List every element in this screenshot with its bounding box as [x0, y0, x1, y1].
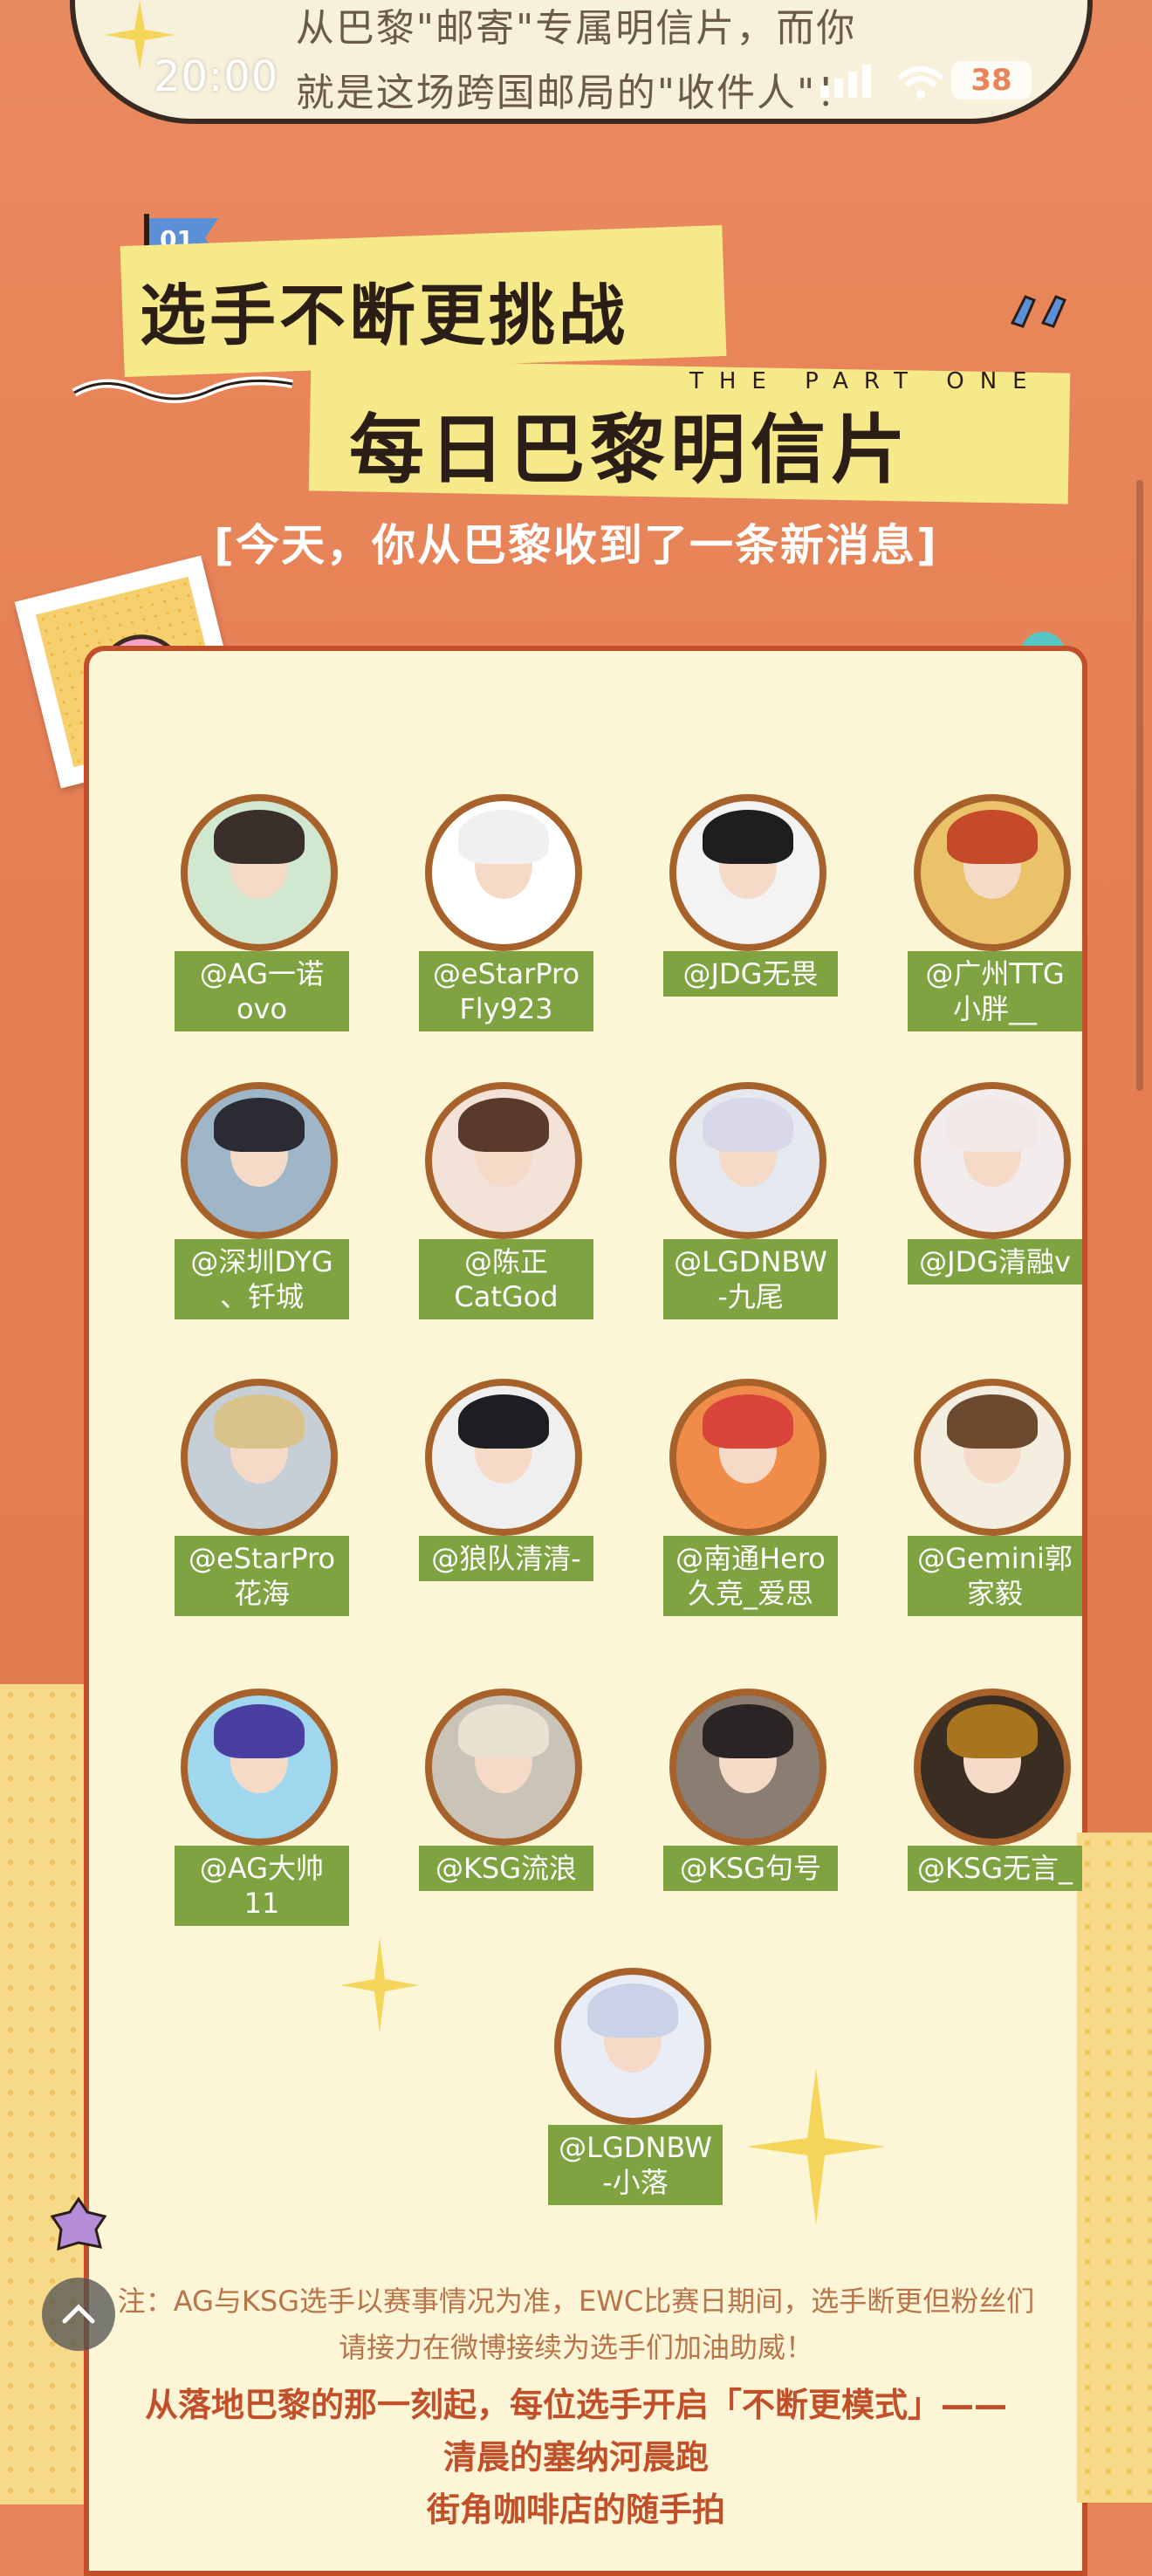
avatar[interactable]	[425, 1689, 582, 1846]
avatar[interactable]	[669, 1689, 826, 1846]
player-name-tag[interactable]: @JDG清融v	[908, 1239, 1082, 1285]
headline-line-2: 每日巴黎明信片	[349, 407, 911, 494]
avatar[interactable]	[425, 1082, 582, 1239]
status-bar: 20:00 38	[0, 52, 1152, 113]
avatar[interactable]	[425, 794, 582, 951]
chevron-up-icon	[62, 2304, 95, 2324]
player-name-tag[interactable]: @Gemini郭家毅	[908, 1536, 1082, 1616]
player-card[interactable]: @KSG无言_	[873, 1689, 1117, 1950]
avatar[interactable]	[914, 1379, 1071, 1536]
player-name-tag[interactable]: @AG大帅11	[175, 1846, 349, 1926]
player-card[interactable]: @AG大帅11	[140, 1689, 384, 1950]
player-name-tag[interactable]: @狼队清清-	[419, 1536, 593, 1581]
footer-highlight-1: 从落地巴黎的那一刻起，每位选手开启「不断更模式」——	[144, 2386, 1007, 2424]
avatar[interactable]	[425, 1379, 582, 1536]
player-card[interactable]: @南通Hero 久竞_爱思	[628, 1379, 873, 1641]
avatar[interactable]	[669, 1082, 826, 1239]
player-name-tag[interactable]: @eStarPro 花海	[175, 1536, 349, 1616]
player-card[interactable]: @狼队清清-	[384, 1379, 628, 1641]
player-name-tag[interactable]: @KSG无言_	[908, 1846, 1082, 1891]
sparkle-icon	[746, 2068, 886, 2225]
player-card[interactable]: @KSG流浪	[384, 1689, 628, 1950]
avatar[interactable]	[669, 1379, 826, 1536]
player-card[interactable]: @JDG无畏	[628, 794, 873, 1056]
quote-marks-icon	[1010, 295, 1066, 328]
headline-line-1: 选手不断更挑战	[140, 277, 628, 354]
player-card[interactable]: @KSG句号	[628, 1689, 873, 1950]
footer-highlight-2: 清晨的塞纳河晨跑	[442, 2438, 709, 2477]
avatar[interactable]	[914, 794, 1071, 951]
player-name-tag[interactable]: @广州TTG 小胖__	[908, 951, 1082, 1031]
player-name-tag[interactable]: @eStarPro Fly923	[419, 951, 593, 1031]
player-name-tag[interactable]: @LGDNBW -九尾	[663, 1239, 838, 1319]
avatar[interactable]	[554, 1968, 711, 2125]
sparkle-icon	[340, 1937, 419, 2033]
player-card[interactable]: @eStarPro Fly923	[384, 794, 628, 1056]
player-name-tag[interactable]: @AG一诺ovo	[175, 951, 349, 1031]
back-to-top-button[interactable]	[42, 2278, 115, 2351]
footer-note-2: 请接力在微博接续为选手们加油助威！	[338, 2331, 813, 2364]
player-name-tag[interactable]: @陈正CatGod	[419, 1239, 593, 1319]
avatar[interactable]	[914, 1082, 1071, 1239]
player-name-tag[interactable]: @南通Hero 久竞_爱思	[663, 1536, 838, 1616]
player-card[interactable]: @JDG清融v	[873, 1082, 1117, 1344]
blob-icon	[50, 2196, 107, 2251]
player-name-tag[interactable]: @KSG句号	[663, 1846, 838, 1891]
avatar[interactable]	[181, 794, 338, 951]
wifi-icon	[897, 66, 944, 99]
scrollbar[interactable]	[1136, 480, 1143, 1091]
player-card[interactable]: @eStarPro 花海	[140, 1379, 384, 1641]
player-card[interactable]: @AG一诺ovo	[140, 794, 384, 1056]
player-card[interactable]: @陈正CatGod	[384, 1082, 628, 1344]
player-card[interactable]: @LGDNBW -九尾	[628, 1082, 873, 1344]
footer-note-1: 注：AG与KSG选手以赛事情况为准，EWC比赛日期间，选手断更但粉丝们	[117, 2285, 1035, 2318]
player-card[interactable]: @广州TTG 小胖__	[873, 794, 1117, 1056]
player-card[interactable]: @LGDNBW -小落	[513, 1968, 758, 2230]
avatar[interactable]	[914, 1689, 1071, 1846]
player-card[interactable]: @深圳DYG 、钎城	[140, 1082, 384, 1344]
avatar[interactable]	[181, 1082, 338, 1239]
player-name-tag[interactable]: @深圳DYG 、钎城	[175, 1239, 349, 1319]
player-name-tag[interactable]: @LGDNBW -小落	[548, 2125, 723, 2205]
battery-icon: 38	[951, 61, 1032, 99]
avatar[interactable]	[181, 1689, 338, 1846]
footer-highlight-3: 街角咖啡店的随手拍	[426, 2490, 725, 2529]
player-card[interactable]: @Gemini郭家毅	[873, 1379, 1117, 1641]
avatar[interactable]	[181, 1379, 338, 1536]
avatar[interactable]	[669, 794, 826, 951]
squiggle-icon	[72, 376, 293, 403]
player-name-tag[interactable]: @KSG流浪	[419, 1846, 593, 1891]
player-name-tag[interactable]: @JDG无畏	[663, 951, 838, 997]
status-time: 20:00	[154, 52, 279, 101]
